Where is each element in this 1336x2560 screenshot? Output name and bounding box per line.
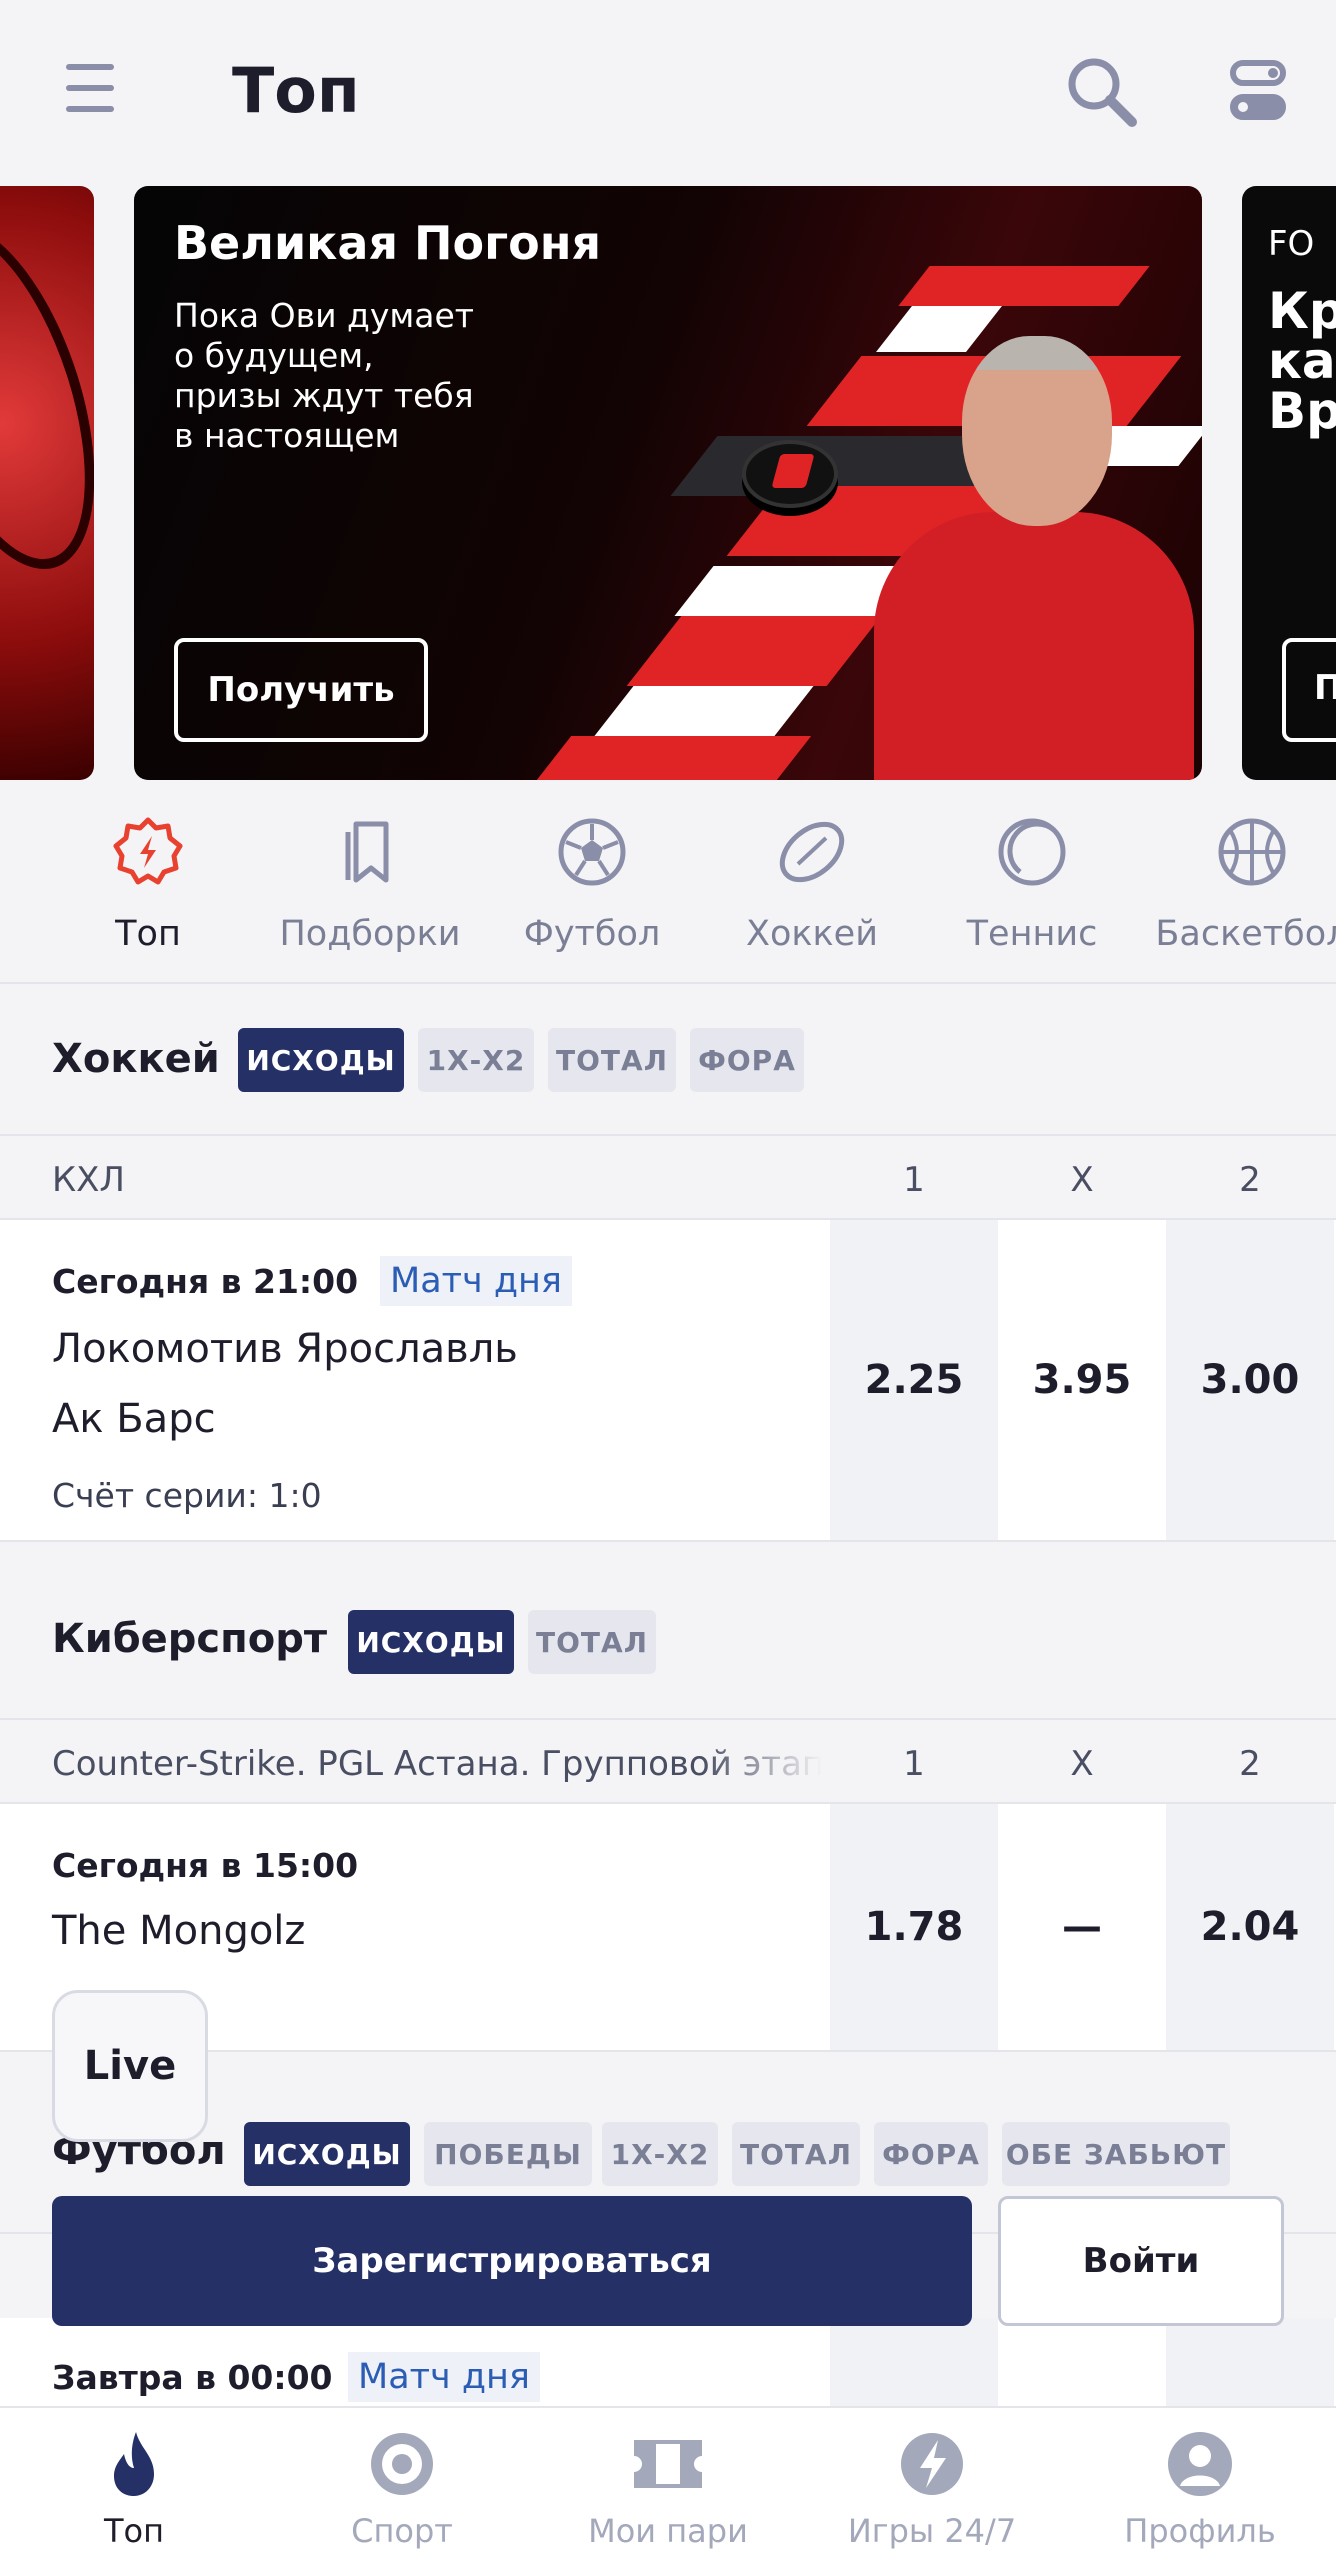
chip-handicap[interactable]: ФОРА <box>690 1028 804 1092</box>
tab-tennis[interactable]: Теннис <box>932 780 1132 982</box>
register-button[interactable]: Зарегистрироваться <box>52 2196 972 2326</box>
nav-top[interactable]: Топ <box>4 2408 264 2560</box>
banner-title: Великая Погоня <box>174 216 602 270</box>
chip-double-chance[interactable]: 1Х-Х2 <box>602 2122 718 2186</box>
match-of-day-badge: Матч дня <box>348 2352 540 2402</box>
promo-banner[interactable]: Великая Погоня Пока Ови думает о будущем… <box>134 186 1202 780</box>
banner-text: Пока Ови думает о будущем, призы ждут те… <box>174 296 474 455</box>
target-icon <box>371 2433 433 2495</box>
col-draw: X <box>1070 1160 1094 1200</box>
promo-banner-next[interactable]: FO Кр ка Вр П <box>1242 186 1336 780</box>
banner-next-label: FO <box>1268 224 1315 264</box>
odd-away[interactable]: 2.04 <box>1166 1804 1334 2050</box>
nav-label: Спорт <box>351 2512 453 2550</box>
odd-home[interactable] <box>830 2318 998 2418</box>
col-away: 2 <box>1239 1160 1261 1200</box>
chip-handicap[interactable]: ФОРА <box>874 2122 988 2186</box>
tab-football[interactable]: Футбол <box>492 780 692 982</box>
col-away: 2 <box>1239 1744 1261 1784</box>
flame-icon <box>114 2432 154 2496</box>
team-away: Ак Барс <box>52 1396 216 1442</box>
settings-toggle-icon[interactable] <box>1230 60 1286 124</box>
ticket-icon <box>634 2440 702 2488</box>
page-title: Топ <box>232 54 360 127</box>
tab-top[interactable]: Топ <box>48 780 248 982</box>
profile-icon <box>1168 2432 1232 2496</box>
promo-person-image <box>874 336 1194 780</box>
series-score: Счёт серии: 1:0 <box>52 1476 322 1515</box>
nav-my-bets[interactable]: Мои пари <box>538 2408 798 2560</box>
odd-home[interactable]: 1.78 <box>830 1804 998 2050</box>
app-header: Топ <box>0 0 1336 186</box>
col-draw: X <box>1070 1744 1094 1784</box>
tab-label: Баскетбол <box>1155 914 1336 954</box>
bottom-nav: Топ Спорт Мои пари Игры 24/7 Профиль <box>0 2406 1336 2560</box>
lightning-icon <box>901 2433 963 2495</box>
odd-draw[interactable]: 3.95 <box>998 1220 1166 1540</box>
league-name: Counter-Strike. PGL Астана. Групповой эт… <box>52 1744 822 1784</box>
tab-hockey[interactable]: Хоккей <box>712 780 912 982</box>
section-title: Киберспорт <box>52 1616 328 1662</box>
soccer-ball-icon <box>558 818 626 886</box>
match-row[interactable]: Сегодня в 21:00 Матч дня Локомотив Яросл… <box>0 1220 1336 1542</box>
nav-label: Мои пари <box>588 2512 748 2550</box>
bookmarks-icon <box>345 821 389 883</box>
nav-label: Топ <box>103 2512 165 2550</box>
chip-total[interactable]: ТОТАЛ <box>548 1028 676 1092</box>
col-home: 1 <box>903 1744 925 1784</box>
banner-next-button[interactable]: П <box>1282 638 1336 742</box>
chip-total[interactable]: ТОТАЛ <box>528 1610 656 1674</box>
nav-profile[interactable]: Профиль <box>1070 2408 1330 2560</box>
live-button[interactable]: Live <box>52 1990 208 2142</box>
hockey-section-header: Хоккей ИСХОДЫ 1Х-Х2 ТОТАЛ ФОРА <box>0 982 1336 1134</box>
hockey-puck-icon <box>779 821 845 883</box>
nav-sport[interactable]: Спорт <box>272 2408 532 2560</box>
get-prize-button[interactable]: Получить <box>174 638 428 742</box>
match-time: Сегодня в 21:00 <box>52 1262 359 1301</box>
nav-label: Игры 24/7 <box>847 2512 1017 2550</box>
chip-outcomes[interactable]: ИСХОДЫ <box>348 1610 514 1674</box>
chip-outcomes[interactable]: ИСХОДЫ <box>238 1028 404 1092</box>
team-home: The Mongolz <box>52 1908 306 1954</box>
sport-tabs: Топ Подборки Футбол Хоккей Теннис Баскет… <box>0 780 1336 982</box>
nav-label: Профиль <box>1124 2512 1276 2550</box>
top-icon <box>113 817 183 885</box>
esports-section-header: Киберспорт ИСХОДЫ ТОТАЛ <box>0 1542 1336 1718</box>
hockey-puck-image <box>742 440 838 508</box>
chip-wins[interactable]: ПОБЕДЫ <box>424 2122 592 2186</box>
menu-icon[interactable] <box>66 64 114 114</box>
odd-away[interactable]: 3.00 <box>1166 1220 1334 1540</box>
match-row[interactable]: Завтра в 00:00 Матч дня <box>0 2318 1336 2418</box>
login-button[interactable]: Войти <box>998 2196 1284 2326</box>
promo-banner-prev[interactable] <box>0 186 94 780</box>
nav-games[interactable]: Игры 24/7 <box>802 2408 1062 2560</box>
tab-collections[interactable]: Подборки <box>270 780 470 982</box>
odd-draw[interactable]: — <box>998 1804 1166 2050</box>
chip-double-chance[interactable]: 1Х-Х2 <box>418 1028 534 1092</box>
odd-home[interactable]: 2.25 <box>830 1220 998 1540</box>
search-icon[interactable] <box>1064 54 1140 130</box>
tab-basketball[interactable]: Баскетбол <box>1152 780 1336 982</box>
league-header: Counter-Strike. PGL Астана. Групповой эт… <box>0 1718 1336 1804</box>
col-home: 1 <box>903 1160 925 1200</box>
banner-next-title: Кр ка Вр <box>1268 282 1336 440</box>
league-header: КХЛ 1 X 2 <box>0 1134 1336 1220</box>
chip-both-score[interactable]: ОБЕ ЗАБЬЮТ <box>1002 2122 1230 2186</box>
section-title: Хоккей <box>52 1036 220 1082</box>
chip-total[interactable]: ТОТАЛ <box>732 2122 860 2186</box>
match-time: Сегодня в 15:00 <box>52 1846 359 1885</box>
team-home: Локомотив Ярославль <box>52 1326 518 1372</box>
basketball-icon <box>1218 818 1286 886</box>
match-time: Завтра в 00:00 <box>52 2358 333 2397</box>
league-name: КХЛ <box>52 1160 822 1200</box>
odd-away[interactable] <box>1166 2318 1334 2418</box>
match-of-day-badge: Матч дня <box>380 1256 572 1306</box>
tennis-ball-icon <box>998 818 1066 886</box>
chip-outcomes[interactable]: ИСХОДЫ <box>244 2122 410 2186</box>
